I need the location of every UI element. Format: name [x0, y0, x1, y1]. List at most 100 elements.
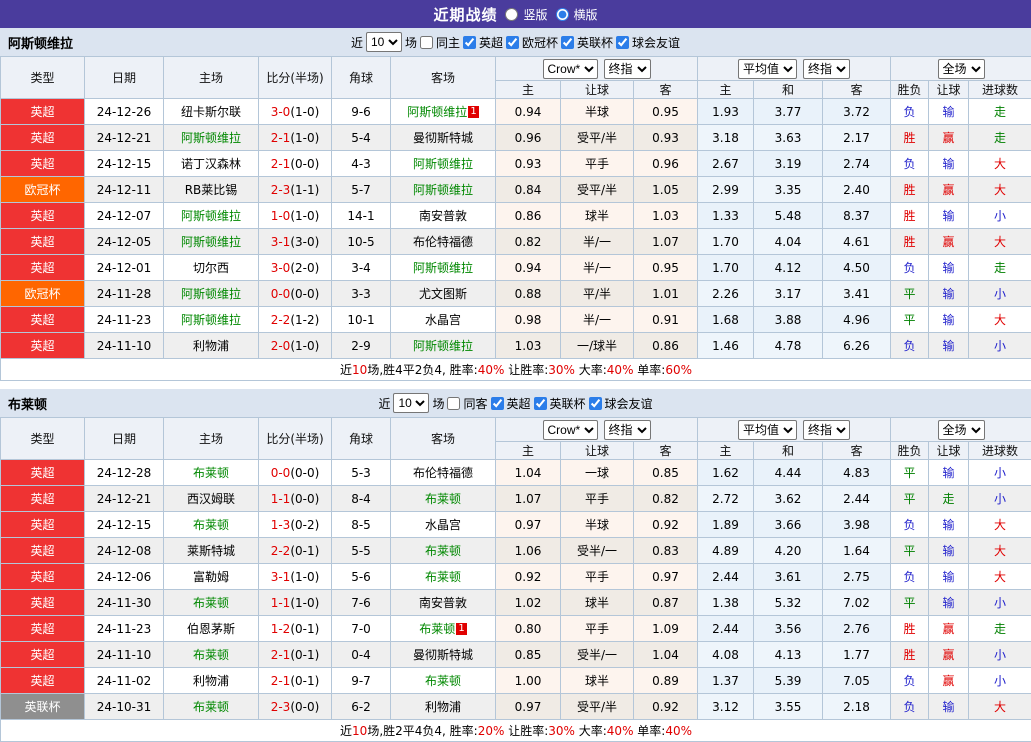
goals-result-cell: 大 — [969, 564, 1031, 590]
same-venue-option[interactable]: 同客 — [447, 395, 487, 412]
layout-horizontal-option[interactable]: 横版 — [556, 6, 598, 23]
crow-home-odds: 0.86 — [496, 203, 561, 229]
league-filter-option[interactable]: 英联杯 — [561, 34, 613, 51]
corner-cell: 10-5 — [332, 229, 391, 255]
column-header: 类型 — [1, 418, 85, 460]
home-team-name: 纽卡斯尔联 — [181, 105, 241, 119]
halftime-score: (0-0) — [290, 466, 319, 480]
same-venue-checkbox[interactable] — [420, 36, 433, 49]
corner-cell: 5-5 — [332, 538, 391, 564]
crow-company-select[interactable]: Crow* — [543, 59, 598, 79]
league-checkbox[interactable] — [506, 36, 519, 49]
fulltime-score: 1-3 — [271, 518, 291, 532]
handicap-result-cell: 输 — [929, 333, 969, 359]
corner-cell: 10-1 — [332, 307, 391, 333]
goals-result-cell-value: 小 — [994, 596, 1006, 610]
summary-segment: 10 — [352, 363, 367, 377]
halftime-score: (1-0) — [290, 131, 319, 145]
league-filter-option[interactable]: 欧冠杯 — [506, 34, 558, 51]
layout-horizontal-radio[interactable] — [556, 8, 569, 21]
home-team-name: 伯恩茅斯 — [187, 622, 235, 636]
corner-cell: 14-1 — [332, 203, 391, 229]
fulltime-score: 2-2 — [271, 544, 291, 558]
league-filter-option[interactable]: 球会友谊 — [616, 34, 680, 51]
handicap-result-cell-value: 走 — [943, 492, 955, 506]
crow-odds-time-select[interactable]: 终指 — [604, 420, 651, 440]
crow-away-odds: 0.87 — [634, 590, 698, 616]
match-row: 英超24-12-28布莱顿0-0(0-0)5-3布伦特福德1.04一球0.851… — [1, 460, 1031, 486]
away-team-cell: 布莱顿 — [391, 564, 496, 590]
avg-away-odds: 2.74 — [823, 151, 891, 177]
crow-handicap: 半/一 — [561, 255, 634, 281]
avg-away-odds: 4.50 — [823, 255, 891, 281]
home-team-cell: 切尔西 — [164, 255, 259, 281]
league-checkbox[interactable] — [491, 397, 504, 410]
handicap-result-cell: 输 — [929, 512, 969, 538]
avg-draw-odds: 4.44 — [754, 460, 823, 486]
avg-company-select[interactable]: 平均值 — [738, 420, 797, 440]
avg-odds-time-select[interactable]: 终指 — [803, 420, 850, 440]
crow-odds-time-select[interactable]: 终指 — [604, 59, 651, 79]
score-cell: 0-0(0-0) — [259, 281, 332, 307]
handicap-result-cell-value: 输 — [943, 209, 955, 223]
league-cell: 英超 — [1, 229, 85, 255]
fulltime-score: 2-2 — [271, 313, 291, 327]
away-team-name: 阿斯顿维拉 — [413, 183, 473, 197]
match-count-select[interactable]: 10 — [393, 393, 429, 413]
fulltime-score: 1-1 — [271, 492, 291, 506]
match-row: 英超24-12-05阿斯顿维拉3-1(3-0)10-5布伦特福德0.82半/一1… — [1, 229, 1031, 255]
halftime-score: (0-2) — [290, 518, 319, 532]
league-filter-option[interactable]: 英联杯 — [534, 395, 586, 412]
avg-draw-odds: 4.20 — [754, 538, 823, 564]
avg-away-odds: 4.96 — [823, 307, 891, 333]
league-checkbox[interactable] — [561, 36, 574, 49]
crow-away-odds: 0.86 — [634, 333, 698, 359]
match-row: 英超24-12-08莱斯特城2-2(0-1)5-5布莱顿1.06受半/一0.83… — [1, 538, 1031, 564]
layout-vertical-radio[interactable] — [505, 8, 518, 21]
league-filter-option[interactable]: 球会友谊 — [589, 395, 653, 412]
avg-home-odds: 3.18 — [698, 125, 754, 151]
league-filter-option[interactable]: 英超 — [463, 34, 503, 51]
goals-result-cell: 大 — [969, 307, 1031, 333]
goals-result-cell: 大 — [969, 694, 1031, 720]
column-header: 类型 — [1, 57, 85, 99]
outcome-cell: 负 — [891, 564, 929, 590]
sub-column-header: 主 — [496, 442, 561, 460]
column-header: 日期 — [85, 418, 164, 460]
avg-away-odds: 2.44 — [823, 486, 891, 512]
home-team-name: RB莱比锡 — [185, 183, 238, 197]
handicap-result-cell-value: 赢 — [943, 235, 955, 249]
corner-cell: 2-9 — [332, 333, 391, 359]
match-count-select[interactable]: 10 — [366, 32, 402, 52]
fulltime-score: 1-2 — [271, 622, 291, 636]
handicap-result-cell: 输 — [929, 99, 969, 125]
same-venue-option[interactable]: 同主 — [420, 34, 460, 51]
avg-odds-time-select[interactable]: 终指 — [803, 59, 850, 79]
outcome-cell: 负 — [891, 99, 929, 125]
score-cell: 1-1(1-0) — [259, 590, 332, 616]
crow-home-odds: 0.88 — [496, 281, 561, 307]
score-cell: 2-1(0-1) — [259, 668, 332, 694]
layout-vertical-label: 竖版 — [523, 6, 547, 23]
home-team-name: 切尔西 — [193, 261, 229, 275]
league-checkbox[interactable] — [589, 397, 602, 410]
league-checkbox[interactable] — [534, 397, 547, 410]
crow-company-select[interactable]: Crow* — [543, 420, 598, 440]
avg-company-select[interactable]: 平均值 — [738, 59, 797, 79]
fulltime-score: 3-0 — [271, 261, 291, 275]
scope-select[interactable]: 全场 — [938, 59, 985, 79]
red-card-badge: 1 — [468, 106, 478, 118]
crow-handicap: 受半/一 — [561, 538, 634, 564]
league-checkbox[interactable] — [463, 36, 476, 49]
sub-column-header: 让球 — [561, 81, 634, 99]
corner-cell: 5-6 — [332, 564, 391, 590]
layout-vertical-option[interactable]: 竖版 — [505, 6, 547, 23]
scope-select[interactable]: 全场 — [938, 420, 985, 440]
league-filter-option[interactable]: 英超 — [491, 395, 531, 412]
same-venue-checkbox[interactable] — [447, 397, 460, 410]
league-checkbox[interactable] — [616, 36, 629, 49]
avg-home-odds: 2.67 — [698, 151, 754, 177]
handicap-result-cell-value: 输 — [943, 544, 955, 558]
avg-home-odds: 2.44 — [698, 616, 754, 642]
avg-away-odds: 2.40 — [823, 177, 891, 203]
